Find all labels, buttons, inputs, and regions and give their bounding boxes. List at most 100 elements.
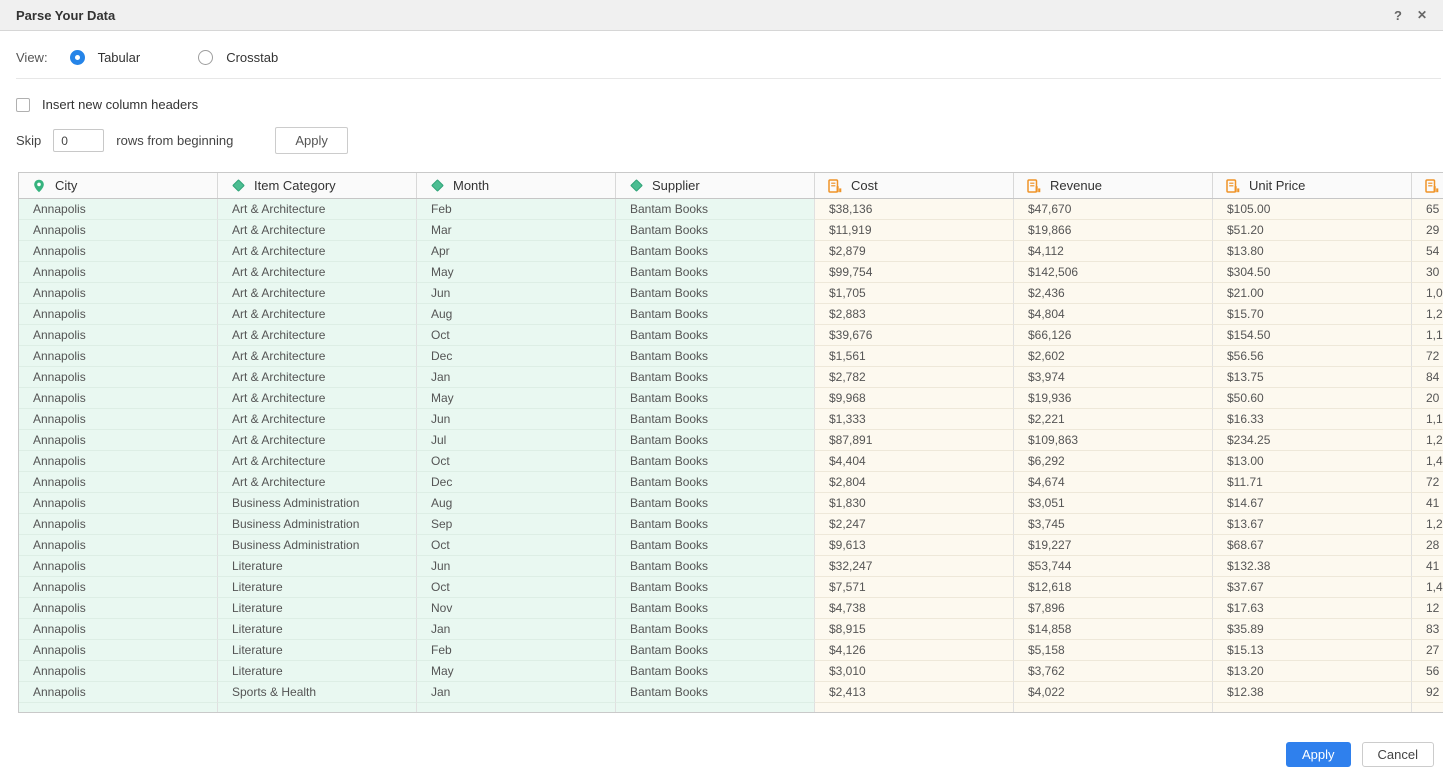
column-header-clipped[interactable]: [1412, 173, 1443, 198]
table-cell: $13.00: [1213, 451, 1412, 472]
table-cell: $4,022: [1014, 682, 1213, 703]
table-cell: Bantam Books: [616, 325, 815, 346]
table-cell: Bantam Books: [616, 220, 815, 241]
skip-rows-input[interactable]: [53, 129, 104, 152]
table-cell: $32,247: [815, 556, 1014, 577]
table-cell: Art & Architecture: [218, 241, 417, 262]
table-cell: Art & Architecture: [218, 262, 417, 283]
table-cell: Sports & Health: [218, 682, 417, 703]
table-row-clipped: [19, 703, 1443, 713]
table-cell: $2,221: [1014, 409, 1213, 430]
table-cell: $39,676: [815, 325, 1014, 346]
table-cell: Art & Architecture: [218, 220, 417, 241]
table-cell: [417, 703, 616, 713]
table-cell: $19,227: [1014, 535, 1213, 556]
table-cell: Business Administration: [218, 493, 417, 514]
table-cell: $5,158: [1014, 640, 1213, 661]
table-cell: Bantam Books: [616, 472, 815, 493]
table-cell: Annapolis: [19, 388, 218, 409]
table-cell: $4,804: [1014, 304, 1213, 325]
table-header-row: CityItem Category Month Supplier Cost Revenu…: [19, 173, 1443, 199]
table-cell: [815, 703, 1014, 713]
table-row: AnnapolisArt & ArchitectureJunBantam Boo…: [19, 283, 1443, 304]
table-cell: Annapolis: [19, 598, 218, 619]
table-cell: $2,782: [815, 367, 1014, 388]
table-cell: $3,762: [1014, 661, 1213, 682]
close-icon[interactable]: ✕: [1417, 9, 1427, 21]
column-header-item-category[interactable]: Item Category: [218, 173, 417, 198]
column-header-month[interactable]: Month: [417, 173, 616, 198]
table-row: AnnapolisArt & ArchitectureOctBantam Boo…: [19, 451, 1443, 472]
skip-apply-button[interactable]: Apply: [275, 127, 348, 154]
insert-headers-checkbox[interactable]: [16, 98, 30, 112]
radio-unselected-icon[interactable]: [198, 50, 213, 65]
table-cell: Bantam Books: [616, 304, 815, 325]
table-row: AnnapolisLiteratureJanBantam Books$8,915…: [19, 619, 1443, 640]
map-pin-icon: [32, 179, 46, 193]
column-header-label: Month: [453, 178, 489, 193]
table-cell: $53,744: [1014, 556, 1213, 577]
table-cell: Jun: [417, 409, 616, 430]
table-cell: $13.67: [1213, 514, 1412, 535]
table-cell: Nov: [417, 598, 616, 619]
radio-tabular-label: Tabular: [98, 50, 141, 65]
table-cell: Annapolis: [19, 304, 218, 325]
table-cell: Annapolis: [19, 220, 218, 241]
table-cell: Literature: [218, 640, 417, 661]
table-cell: $14.67: [1213, 493, 1412, 514]
diamond-icon: [430, 179, 444, 193]
table-cell: 41: [1412, 493, 1443, 514]
table-cell: Bantam Books: [616, 619, 815, 640]
cancel-button[interactable]: Cancel: [1362, 742, 1434, 767]
table-cell: $9,613: [815, 535, 1014, 556]
table-cell: Art & Architecture: [218, 367, 417, 388]
table-cell: Annapolis: [19, 262, 218, 283]
help-icon[interactable]: ?: [1394, 9, 1402, 22]
table-cell: Jan: [417, 367, 616, 388]
table-row: AnnapolisLiteratureOctBantam Books$7,571…: [19, 577, 1443, 598]
table-cell: Annapolis: [19, 619, 218, 640]
view-selector: View: Tabular Crosstab: [16, 47, 336, 67]
table-cell: $56.56: [1213, 346, 1412, 367]
preview-table: CityItem Category Month Supplier Cost Revenu…: [19, 173, 1443, 713]
table-cell: $1,830: [815, 493, 1014, 514]
table-cell: Jun: [417, 283, 616, 304]
table-cell: Art & Architecture: [218, 199, 417, 220]
table-cell: $1,705: [815, 283, 1014, 304]
table-cell: $2,247: [815, 514, 1014, 535]
table-cell: $4,126: [815, 640, 1014, 661]
radio-crosstab[interactable]: Crosstab: [198, 50, 278, 65]
radio-selected-icon[interactable]: [70, 50, 85, 65]
table-cell: $15.13: [1213, 640, 1412, 661]
table-cell: $16.33: [1213, 409, 1412, 430]
column-header-city[interactable]: City: [19, 173, 218, 198]
column-header-revenue[interactable]: Revenue: [1014, 173, 1213, 198]
radio-tabular[interactable]: Tabular: [70, 50, 141, 65]
table-cell: $2,602: [1014, 346, 1213, 367]
table-cell: Bantam Books: [616, 535, 815, 556]
insert-headers-option[interactable]: Insert new column headers: [16, 97, 198, 112]
table-cell: Bantam Books: [616, 493, 815, 514]
table-row: AnnapolisArt & ArchitectureDecBantam Boo…: [19, 346, 1443, 367]
table-cell: $37.67: [1213, 577, 1412, 598]
ledger-icon: [1027, 179, 1041, 193]
table-cell: 84: [1412, 367, 1443, 388]
table-cell: $3,051: [1014, 493, 1213, 514]
column-header-unit-price[interactable]: Unit Price: [1213, 173, 1412, 198]
table-row: AnnapolisLiteratureJunBantam Books$32,24…: [19, 556, 1443, 577]
table-cell: [218, 703, 417, 713]
column-header-cost[interactable]: Cost: [815, 173, 1014, 198]
apply-button[interactable]: Apply: [1286, 742, 1351, 767]
skip-suffix-label: rows from beginning: [116, 133, 233, 148]
table-cell: $50.60: [1213, 388, 1412, 409]
column-header-label: Cost: [851, 178, 878, 193]
dialog-title: Parse Your Data: [16, 8, 115, 23]
table-cell: Annapolis: [19, 409, 218, 430]
table-cell: $11.71: [1213, 472, 1412, 493]
table-cell: Oct: [417, 451, 616, 472]
table-cell: Bantam Books: [616, 577, 815, 598]
table-cell: Literature: [218, 577, 417, 598]
table-cell: 28: [1412, 535, 1443, 556]
dialog-titlebar: Parse Your Data ? ✕: [0, 0, 1443, 31]
column-header-supplier[interactable]: Supplier: [616, 173, 815, 198]
